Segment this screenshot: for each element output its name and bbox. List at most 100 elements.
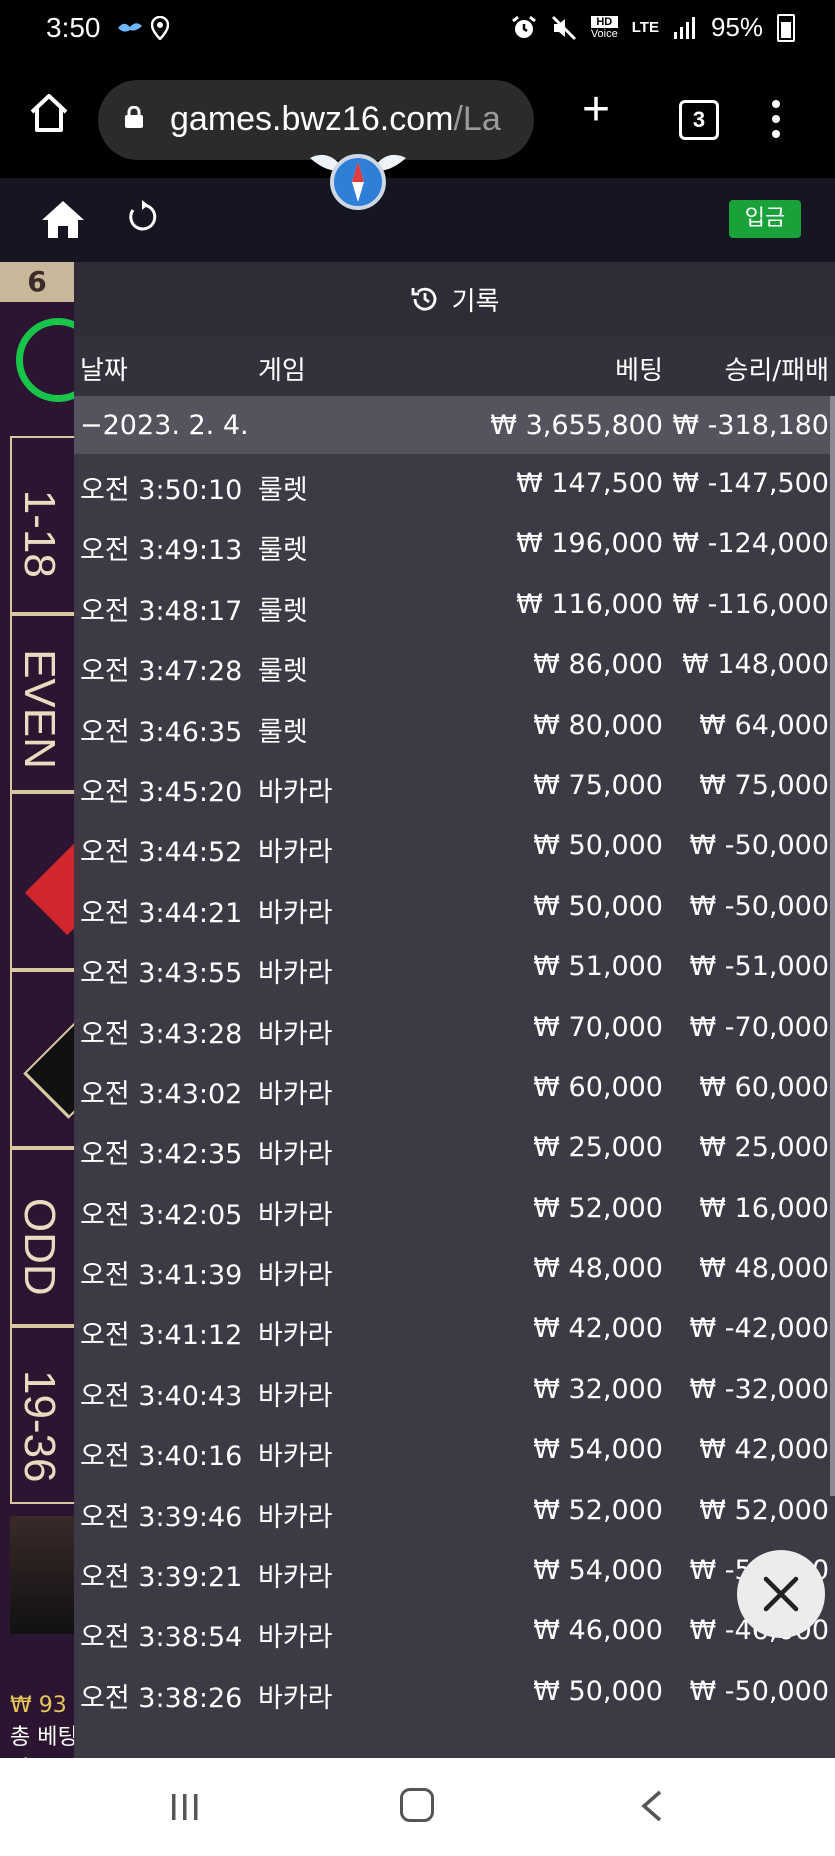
status-bar: 3:50 HD Voice LTE 95% <box>0 0 835 62</box>
row-time: 오전 3:47:28 <box>80 656 243 688</box>
home-icon[interactable] <box>28 92 70 134</box>
battery-icon <box>777 13 795 42</box>
history-panel: 기록 날짜 게임 베팅 승리/패배 −2023. 2. 4. ₩ 3,655,8… <box>74 262 835 1758</box>
red-diamond-icon <box>24 824 80 936</box>
row-bet: ₩ 196,000 <box>516 528 663 560</box>
bet-cell-black[interactable] <box>10 970 80 1148</box>
row-win-loss: ₩ 25,000 <box>699 1132 829 1164</box>
bet-cell-even[interactable]: EVEN <box>10 614 80 792</box>
row-game: 바카라 <box>258 1441 333 1473</box>
voice-label: Voice <box>590 27 618 40</box>
history-row[interactable]: 오전 3:41:12 바카라 ₩ 42,000 ₩ -42,000 <box>74 1299 835 1359</box>
row-win-loss: ₩ -50,000 <box>689 830 830 862</box>
row-win-loss: ₩ 64,000 <box>699 709 829 741</box>
history-row[interactable]: 오전 3:39:46 바카라 ₩ 52,000 ₩ 52,000 <box>74 1481 835 1541</box>
bet-cell-1-18[interactable]: 1-18 <box>10 436 80 614</box>
browser-toolbar: games.bwz16.com/La + 3 <box>0 62 835 178</box>
history-row[interactable]: 오전 3:42:05 바카라 ₩ 52,000 ₩ 16,000 <box>74 1179 835 1239</box>
row-time: 오전 3:39:46 <box>80 1501 243 1533</box>
row-time: 오전 3:50:10 <box>80 475 243 506</box>
history-row[interactable]: 오전 3:38:26 바카라 ₩ 50,000 ₩ -50,000 <box>74 1662 835 1722</box>
row-win-loss: ₩ 48,000 <box>699 1253 829 1285</box>
row-win-loss: ₩ -32,000 <box>689 1373 830 1405</box>
row-win-loss: ₩ 60,000 <box>699 1071 829 1103</box>
row-win-loss: ₩ -51,000 <box>689 951 830 983</box>
history-row[interactable]: 오전 3:43:55 바카라 ₩ 51,000 ₩ -51,000 <box>74 937 835 997</box>
history-row[interactable]: 오전 3:46:35 룰렛 ₩ 80,000 ₩ 64,000 <box>74 696 835 756</box>
row-game: 바카라 <box>258 1320 333 1352</box>
row-bet: ₩ 80,000 <box>533 709 663 741</box>
history-panel-title: 기록 <box>74 262 835 336</box>
history-row[interactable]: 오전 3:44:52 바카라 ₩ 50,000 ₩ -50,000 <box>74 816 835 876</box>
total-bet-label: 총 베팅 <box>10 1725 78 1750</box>
bet-cell-red[interactable] <box>10 792 80 970</box>
tabs-button[interactable]: 3 <box>679 100 719 140</box>
last-number: 6 <box>0 262 74 302</box>
history-icon <box>411 287 436 311</box>
history-row[interactable]: 오전 3:45:20 바카라 ₩ 75,000 ₩ 75,000 <box>74 756 835 816</box>
history-date-summary[interactable]: −2023. 2. 4. ₩ 3,655,800 ₩ -318,180 <box>74 396 835 454</box>
summary-win-loss: ₩ -318,180 <box>672 410 829 441</box>
row-bet: ₩ 50,000 <box>533 890 663 922</box>
refresh-icon[interactable] <box>125 200 159 234</box>
history-row[interactable]: 오전 3:42:35 바카라 ₩ 25,000 ₩ 25,000 <box>74 1118 835 1178</box>
history-row[interactable]: 오전 3:44:21 바카라 ₩ 50,000 ₩ -50,000 <box>74 877 835 937</box>
bet-cell-label: EVEN <box>15 649 64 769</box>
row-bet: ₩ 50,000 <box>533 1675 663 1707</box>
history-row[interactable]: 오전 3:47:28 룰렛 ₩ 86,000 ₩ 148,000 <box>74 635 835 695</box>
col-win-loss: 승리/패배 <box>724 356 829 386</box>
close-button[interactable] <box>737 1550 825 1638</box>
row-time: 오전 3:41:39 <box>80 1260 243 1292</box>
history-row[interactable]: 오전 3:48:17 룰렛 ₩ 116,000 ₩ -116,000 <box>74 575 835 635</box>
dealer-avatar <box>10 1516 74 1634</box>
nav-home-icon[interactable] <box>400 1788 434 1822</box>
row-game: 룰렛 <box>258 595 308 627</box>
row-game: 바카라 <box>258 1501 333 1533</box>
plus-icon[interactable]: + <box>582 86 610 134</box>
row-time: 오전 3:44:21 <box>80 897 243 929</box>
bet-cell-19-36[interactable]: 19-36 <box>10 1326 80 1504</box>
history-rows: 오전 3:50:10 룰렛 ₩ 147,500 ₩ -147,500 오전 3:49:1… <box>74 454 835 1722</box>
row-bet: ₩ 42,000 <box>533 1313 663 1345</box>
row-time: 오전 3:48:17 <box>80 595 243 627</box>
bet-cell-odd[interactable]: ODD <box>10 1148 80 1326</box>
history-scrollbar[interactable] <box>830 396 835 1496</box>
row-bet: ₩ 25,000 <box>533 1132 663 1164</box>
history-row[interactable]: 오전 3:40:43 바카라 ₩ 32,000 ₩ -32,000 <box>74 1360 835 1420</box>
balance-label: 잔고 ₩ <box>10 1757 80 1782</box>
row-game: 바카라 <box>258 1380 333 1412</box>
row-game: 바카라 <box>258 1018 333 1050</box>
col-bet: 베팅 <box>615 356 663 386</box>
deposit-button[interactable]: 입금 <box>729 200 801 238</box>
row-bet: ₩ 32,000 <box>533 1373 663 1405</box>
history-row[interactable]: 오전 3:40:16 바카라 ₩ 54,000 ₩ 42,000 <box>74 1420 835 1480</box>
row-time: 오전 3:44:52 <box>80 837 243 869</box>
history-row[interactable]: 오전 3:43:02 바카라 ₩ 60,000 ₩ 60,000 <box>74 1058 835 1118</box>
row-win-loss: ₩ -70,000 <box>689 1011 830 1043</box>
compass-icon[interactable] <box>310 148 406 212</box>
history-row[interactable]: 오전 3:50:10 룰렛 ₩ 147,500 ₩ -147,500 <box>74 454 835 514</box>
row-game: 바카라 <box>258 1139 333 1171</box>
row-time: 오전 3:42:35 <box>80 1139 243 1171</box>
row-time: 오전 3:49:13 <box>80 535 243 567</box>
row-bet: ₩ 54,000 <box>533 1555 663 1587</box>
row-bet: ₩ 60,000 <box>533 1071 663 1103</box>
history-row[interactable]: 오전 3:39:21바카라₩ 54,000₩ -54,000 <box>74 1541 835 1601</box>
row-time: 오전 3:38:26 <box>80 1682 243 1714</box>
history-row[interactable]: 오전 3:41:39 바카라 ₩ 48,000 ₩ 48,000 <box>74 1239 835 1299</box>
row-game: 바카라 <box>258 776 333 808</box>
back-icon[interactable] <box>640 1790 664 1822</box>
bet-cell-label: 1-18 <box>15 489 64 578</box>
row-time: 오전 3:38:54 <box>80 1622 243 1654</box>
row-time: 오전 3:41:12 <box>80 1320 243 1352</box>
row-bet: ₩ 50,000 <box>533 830 663 862</box>
recent-apps-icon[interactable] <box>170 1792 200 1822</box>
history-row[interactable]: 오전 3:43:28 바카라 ₩ 70,000 ₩ -70,000 <box>74 998 835 1058</box>
lock-icon <box>125 106 143 128</box>
history-row[interactable]: 오전 3:49:13 룰렛 ₩ 196,000 ₩ -124,000 <box>74 514 835 574</box>
row-game: 바카라 <box>258 1260 333 1292</box>
history-row[interactable]: 오전 3:38:54바카라₩ 46,000₩ -46,000 <box>74 1601 835 1661</box>
more-vertical-icon[interactable] <box>772 100 782 145</box>
row-game: 바카라 <box>258 837 333 869</box>
game-home-icon[interactable] <box>40 198 86 240</box>
